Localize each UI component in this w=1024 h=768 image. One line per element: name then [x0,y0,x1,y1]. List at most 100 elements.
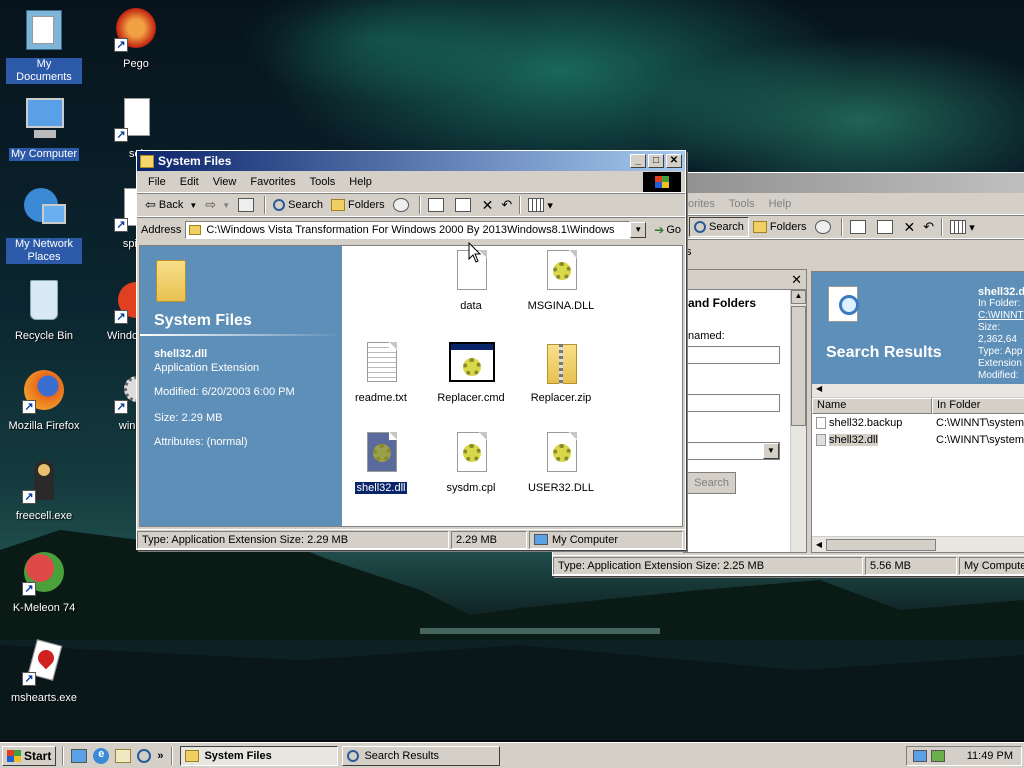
show-desktop-icon[interactable] [71,748,88,763]
close-button[interactable]: ✕ [666,154,682,168]
preview-name: shell32.d [978,286,1024,298]
history-button[interactable] [811,217,838,237]
maximize-button[interactable]: □ [648,154,664,168]
desktop-icon-my-computer[interactable]: My Computer [6,96,82,161]
computer-icon [20,96,68,144]
firefox-icon: ↗ [20,368,68,416]
menu-favorites[interactable]: orites [681,198,722,210]
views-button[interactable]: ▾ [524,195,557,215]
go-button[interactable]: ➔ Go [650,220,685,240]
system-files-window[interactable]: System Files _ □ ✕ File Edit View Favori… [136,150,686,550]
back-button[interactable]: ⇦ Back ▼ [141,195,201,215]
menu-view[interactable]: View [206,176,244,188]
copy-to-icon [876,220,893,234]
panel-attributes: Attributes: (normal) [154,436,248,448]
desktop-icon-label: My Network Places [6,238,82,264]
clock[interactable]: 11:49 PM [967,750,1013,762]
delete-button[interactable]: ✕ [900,217,920,237]
history-icon [814,220,831,234]
tray-app-icon[interactable] [931,749,945,762]
file-item-sysdm[interactable]: sysdm.cpl [426,432,516,494]
taskbar-button-system-files[interactable]: System Files [180,745,339,766]
close-search-pane-icon[interactable]: ✕ [791,272,802,288]
column-header-in-folder[interactable]: In Folder [932,398,1024,414]
start-button[interactable]: Start [2,745,57,766]
chevron-right-icon[interactable]: » [157,750,163,762]
copy-to-button[interactable] [873,217,900,237]
desktop-icon-label: Pego [123,58,149,70]
forward-button[interactable]: ⇨ ▼ [201,195,234,215]
desktop-icon-label: K-Meleon 74 [12,602,76,614]
desktop-icon-my-documents[interactable]: My Documents [6,6,82,84]
menu-help[interactable]: Help [342,176,379,188]
address-dropdown-button[interactable]: ▼ [630,221,647,238]
file-item-user32[interactable]: USER32.DLL [516,432,606,494]
file-item-shell32[interactable]: shell32.dll [336,432,426,495]
views-button[interactable]: ▾ [946,217,979,237]
look-in-select[interactable]: ▼ [684,442,780,460]
menu-tools[interactable]: Tools [303,176,343,188]
undo-button[interactable]: ↶ [497,195,516,215]
menu-help[interactable]: Help [762,198,799,210]
minimize-button[interactable]: _ [630,154,646,168]
status-zone: My Compute [959,556,1024,575]
desktop-icon-pego[interactable]: ↗ Pego [98,6,174,71]
system-files-titlebar[interactable]: System Files _ □ ✕ [137,151,685,171]
copy-to-button[interactable] [451,195,478,215]
menu-tools[interactable]: Tools [722,198,762,210]
folder-large-icon [156,260,186,302]
delete-button[interactable]: ✕ [478,195,498,215]
windows-logo-icon [643,172,681,192]
search-button[interactable]: Search [689,217,749,237]
preview-size-value: 2,362,64 [978,334,1017,345]
file-item-msgina[interactable]: MSGINA.DLL [516,250,606,312]
up-folder-button[interactable] [234,195,261,215]
desktop-icon-label: freecell.exe [15,510,73,522]
dll-file-icon [543,250,579,294]
solitaire-icon: ↗ [112,96,160,144]
folders-button[interactable]: Folders [749,217,811,237]
undo-button[interactable]: ↶ [919,217,938,237]
named-input[interactable] [684,346,780,364]
desktop-icon-hearts[interactable]: ↗ mshearts.exe [6,639,82,705]
delete-icon: ✕ [481,196,494,213]
network-tray-icon[interactable] [913,749,927,762]
search-icon[interactable] [137,748,152,763]
panel-file-name: shell32.dll [154,348,208,360]
history-button[interactable] [389,195,416,215]
preview-link[interactable]: C:\WINNT [978,310,1024,322]
menu-file[interactable]: File [141,176,173,188]
menu-favorites[interactable]: Favorites [243,176,302,188]
dll-file-icon [363,432,399,476]
desktop-icon-firefox[interactable]: ↗ Mozilla Firefox [6,368,82,433]
table-row[interactable]: shell32.dll C:\WINNT\system [812,431,1024,448]
search-now-button[interactable]: Search [684,472,736,494]
desktop-icon-kmeleon[interactable]: ↗ K-Meleon 74 [6,550,82,615]
search-pane-scrollbar[interactable]: ▲ [790,290,806,552]
desktop-icon-recycle-bin[interactable]: Recycle Bin [6,278,82,343]
table-row[interactable]: shell32.backup C:\WINNT\system [812,414,1024,431]
up-folder-icon [238,198,255,212]
folders-button[interactable]: Folders [327,195,389,215]
results-hscrollbar[interactable]: ◀ [812,536,1024,552]
containing-input[interactable] [684,394,780,412]
file-item-readme[interactable]: readme.txt [336,342,426,404]
outlook-express-icon[interactable] [115,748,132,763]
search-button[interactable]: Search [269,195,327,215]
file-item-replacer-cmd[interactable]: Replacer.cmd [426,342,516,404]
internet-explorer-icon[interactable]: e [93,747,110,764]
move-to-button[interactable] [846,217,873,237]
status-type-size: Type: Application Extension Size: 2.29 M… [137,530,449,549]
desktop-icon-freecell[interactable]: ↗ freecell.exe [6,458,82,523]
taskbar-button-search-results[interactable]: Search Results [342,745,501,766]
menu-edit[interactable]: Edit [173,176,206,188]
address-input[interactable]: C:\Windows Vista Transformation For Wind… [185,220,631,239]
preview-panel: shell32.d In Folder: C:\WINNT Size: 2,36… [978,286,1024,382]
results-column-headers: Name In Folder [812,398,1024,414]
column-header-name[interactable]: Name [812,398,932,414]
desktop-icon-network[interactable]: My Network Places [6,186,82,264]
move-to-button[interactable] [424,195,451,215]
results-hscroll-top[interactable]: ◀ [812,384,1024,398]
chevron-down-icon: ▼ [222,200,231,210]
file-item-replacer-zip[interactable]: Replacer.zip [516,342,606,404]
